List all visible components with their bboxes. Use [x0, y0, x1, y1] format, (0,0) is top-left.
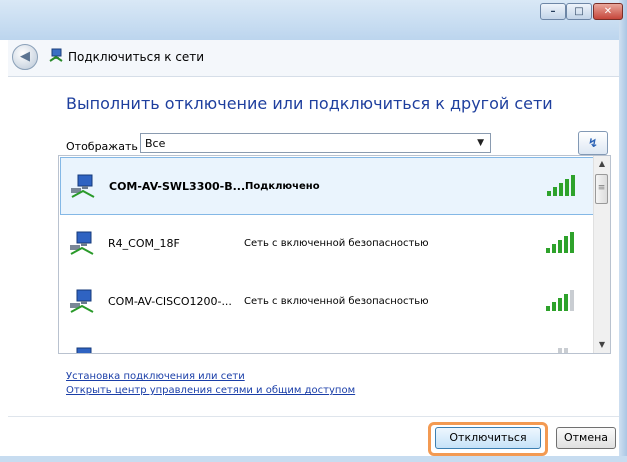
window-frame-right [619, 0, 627, 462]
maximize-icon: □ [574, 6, 584, 17]
network-status: Сеть с включенной безопасностью [244, 296, 429, 307]
network-name: R4_COM_18F [108, 237, 180, 250]
network-status: Подключено [245, 181, 320, 192]
network-connect-icon [49, 48, 63, 62]
close-button[interactable]: ✕ [593, 3, 623, 20]
wireless-network-icon [71, 174, 95, 198]
network-center-link[interactable]: Открыть центр управления сетями и общим … [66, 385, 355, 396]
maximize-button[interactable]: □ [566, 3, 592, 20]
minimize-button[interactable]: – [540, 3, 566, 20]
grip-icon: ≡ [597, 183, 606, 193]
scroll-down-icon[interactable]: ▼ [594, 337, 610, 353]
refresh-button[interactable]: ↯ [578, 131, 608, 155]
back-arrow-icon: ◀ [20, 49, 30, 64]
chevron-down-icon: ▼ [477, 138, 484, 148]
cancel-button[interactable]: Отмена [556, 427, 616, 449]
close-icon: ✕ [603, 6, 613, 17]
signal-strength-icon [558, 348, 568, 353]
network-status: Сеть с включенной безопасностью [244, 238, 429, 249]
network-name: COM-AV-SWL3300-B... [109, 180, 246, 193]
disconnect-button[interactable]: Отключиться [435, 427, 541, 449]
refresh-icon: ↯ [587, 136, 599, 150]
filter-label: Отображать [66, 140, 138, 153]
filter-dropdown[interactable]: Все ▼ [140, 133, 491, 153]
signal-strength-icon [546, 232, 574, 253]
window-title: Подключиться к сети [68, 50, 205, 64]
network-row[interactable]: R4_COM_18F Сеть с включенной безопасност… [60, 215, 595, 273]
network-row[interactable] [60, 331, 595, 353]
minimize-icon: – [550, 6, 556, 17]
window-frame-top [0, 0, 627, 40]
network-list[interactable]: COM-AV-SWL3300-B... Подключено R4_COM_18… [58, 155, 611, 354]
network-row[interactable]: COM-AV-SWL3300-B... Подключено [60, 157, 595, 215]
scroll-thumb[interactable]: ≡ [595, 174, 608, 204]
network-row[interactable]: COM-AV-CISCO1200-... Сеть с включенной б… [60, 273, 595, 331]
page-heading: Выполнить отключение или подключиться к … [66, 94, 553, 113]
scroll-up-icon[interactable]: ▲ [594, 156, 610, 172]
wireless-network-icon [70, 231, 94, 255]
network-name: COM-AV-CISCO1200-... [108, 295, 232, 308]
wireless-network-icon [70, 289, 94, 313]
filter-value: Все [145, 137, 166, 150]
wireless-network-icon [76, 347, 92, 353]
setup-connection-link[interactable]: Установка подключения или сети [66, 371, 245, 382]
list-scrollbar[interactable]: ▲ ≡ ▼ [593, 156, 610, 353]
back-button[interactable]: ◀ [12, 44, 38, 70]
signal-strength-icon [546, 290, 574, 311]
divider [8, 416, 619, 417]
signal-strength-icon [547, 175, 575, 196]
window-frame-bottom [0, 456, 627, 462]
